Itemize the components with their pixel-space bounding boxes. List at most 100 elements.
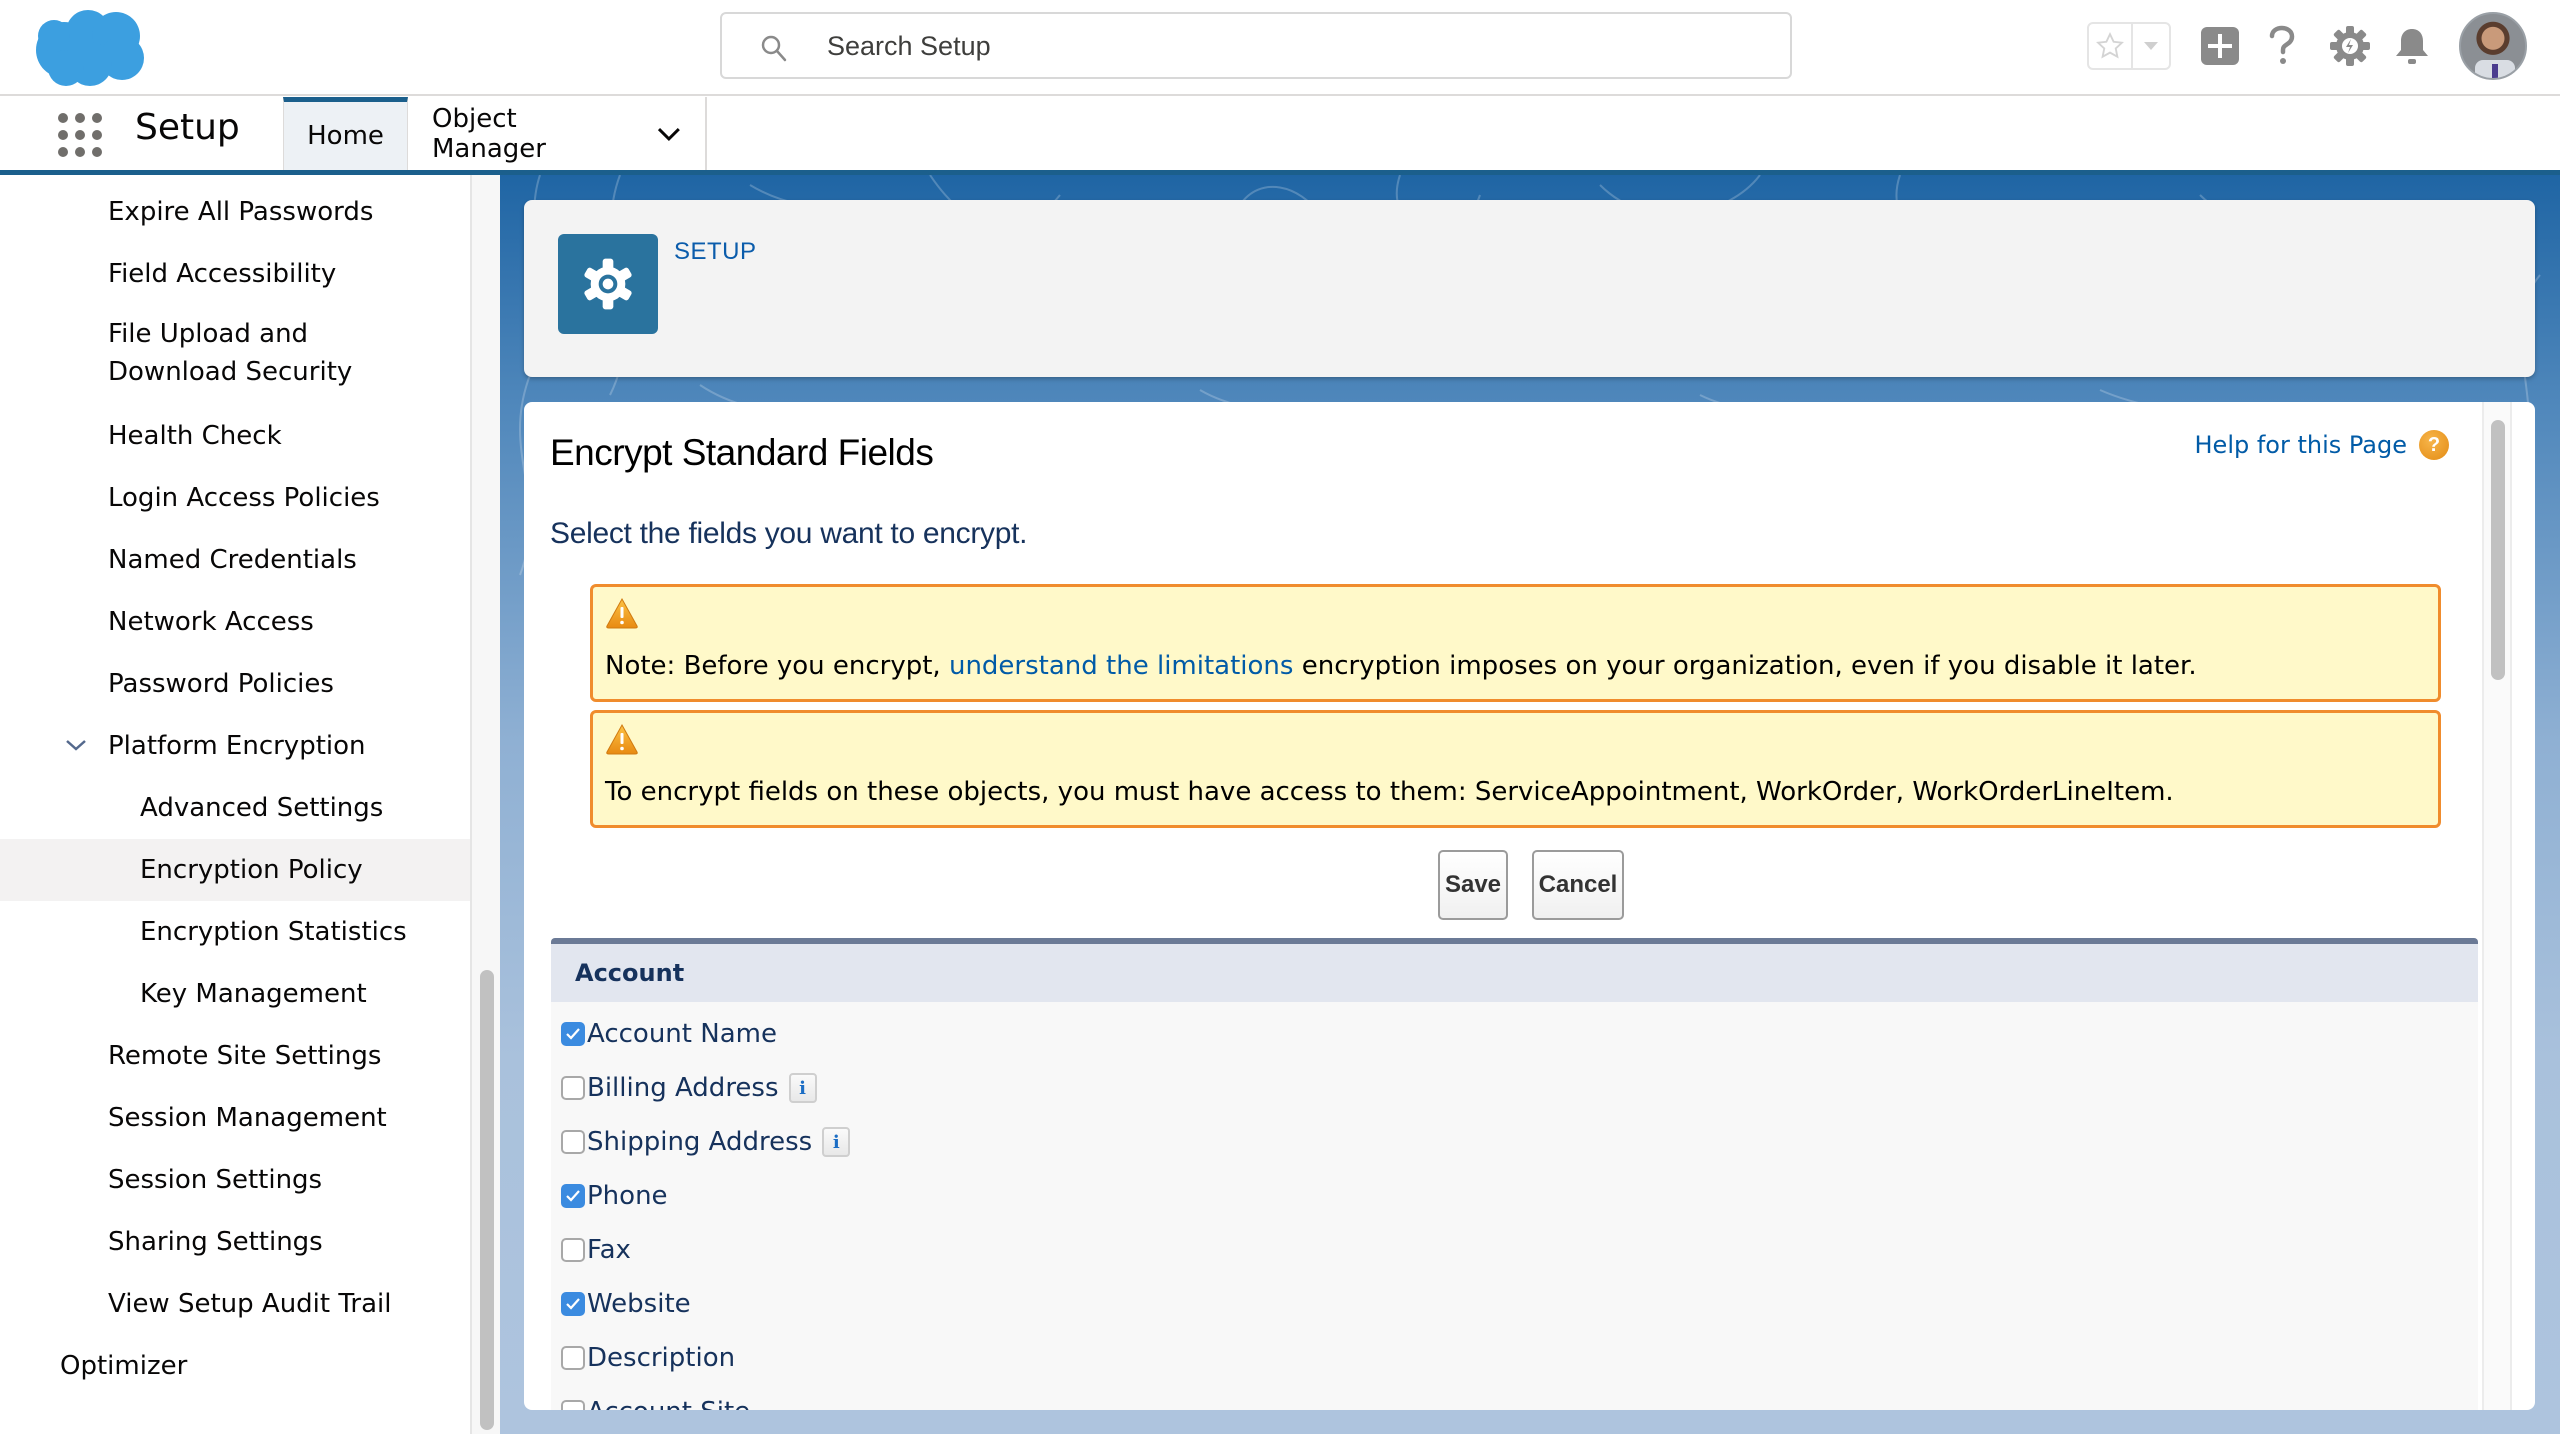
field-label: Billing Address: [587, 1073, 779, 1103]
checkbox-unchecked[interactable]: [561, 1238, 585, 1262]
setup-gear-icon: [2330, 26, 2370, 66]
sidebar-item-encryption-statistics[interactable]: Encryption Statistics: [0, 901, 470, 963]
favorites-group: [2087, 22, 2171, 70]
understand-limitations-link[interactable]: understand the limitations: [949, 651, 1293, 681]
info-icon[interactable]: i: [788, 1073, 817, 1103]
field-label: Account Name: [587, 1019, 777, 1049]
checkmark-icon: [566, 1028, 580, 1040]
page-title: Encrypt Standard Fields: [550, 432, 934, 473]
sidebar-item-optimizer[interactable]: Optimizer: [0, 1335, 470, 1397]
sidebar-item-platform-encryption[interactable]: Platform Encryption: [0, 715, 470, 777]
field-label: Account Site: [587, 1397, 750, 1410]
checkbox-unchecked[interactable]: [561, 1346, 585, 1370]
warning-icon: [606, 597, 638, 629]
avatar-tie: [2492, 64, 2498, 78]
sidebar-item-login-access-policies[interactable]: Login Access Policies: [0, 467, 470, 529]
search-input[interactable]: [827, 24, 1727, 68]
field-row[interactable]: Account Site: [561, 1392, 750, 1410]
account-section: Account Account Name Billing Address i Ship…: [551, 938, 2478, 1410]
field-row[interactable]: Fax: [561, 1230, 631, 1270]
sidebar-item-advanced-settings[interactable]: Advanced Settings: [0, 777, 470, 839]
sidebar-item-encryption-policy[interactable]: Encryption Policy: [0, 839, 470, 901]
field-row[interactable]: Website: [561, 1284, 691, 1324]
checkbox-unchecked[interactable]: [561, 1400, 585, 1410]
global-actions-button[interactable]: [2198, 22, 2242, 70]
setup-button[interactable]: [2328, 22, 2372, 70]
help-for-this-page-link[interactable]: Help for this Page ?: [2194, 430, 2449, 460]
tab-object-manager-label: Object Manager: [432, 103, 546, 164]
caret-down-icon: [2144, 42, 2158, 50]
section-header-account: Account: [551, 944, 2478, 1002]
notifications-button[interactable]: [2390, 22, 2434, 70]
star-icon: [2096, 31, 2124, 59]
user-avatar[interactable]: [2459, 12, 2527, 80]
field-label: Description: [587, 1343, 736, 1373]
sidebar-item-key-management[interactable]: Key Management: [0, 963, 470, 1025]
content-scrollbar[interactable]: [2482, 402, 2512, 1410]
tab-object-manager[interactable]: Object Manager: [408, 97, 707, 170]
add-icon: [2201, 27, 2239, 65]
setup-app-icon: [558, 234, 658, 334]
info-icon[interactable]: i: [822, 1127, 851, 1157]
context-nav-bar: Setup Home Object Manager: [0, 97, 2560, 175]
checkbox-unchecked[interactable]: [561, 1130, 585, 1154]
search-icon: [761, 35, 787, 62]
warning-text: Note: Before you encrypt, understand the…: [605, 651, 2197, 681]
global-header: [0, 0, 2560, 96]
page-subtitle: Select the fields you want to encrypt.: [550, 517, 1028, 550]
content-scrollbar-thumb[interactable]: [2491, 420, 2505, 680]
save-button[interactable]: Save: [1438, 850, 1508, 920]
warning-icon: [606, 723, 638, 755]
question-icon: [2269, 25, 2295, 64]
favorites-button[interactable]: [2089, 24, 2133, 68]
field-row[interactable]: Phone: [561, 1176, 668, 1216]
search-setup-box[interactable]: [720, 12, 1792, 79]
sidebar-item-remote-site-settings[interactable]: Remote Site Settings: [0, 1025, 470, 1087]
field-label: Website: [587, 1289, 691, 1319]
chevron-down-icon[interactable]: [64, 737, 88, 753]
field-row[interactable]: Shipping Address i: [561, 1122, 851, 1162]
sidebar-item-field-accessibility[interactable]: Field Accessibility: [0, 243, 470, 305]
warning-message-object-access: To encrypt fields on these objects, you …: [590, 710, 2441, 828]
sidebar-scrollbar[interactable]: [470, 175, 500, 1434]
checkbox-checked[interactable]: [561, 1292, 585, 1316]
setup-header-card: SETUP: [524, 200, 2535, 377]
sidebar-item-network-access[interactable]: Network Access: [0, 591, 470, 653]
sidebar-item-named-credentials[interactable]: Named Credentials: [0, 529, 470, 591]
field-row[interactable]: Account Name: [561, 1014, 777, 1054]
setup-breadcrumb[interactable]: SETUP: [674, 238, 757, 266]
field-label: Phone: [587, 1181, 668, 1211]
checkbox-unchecked[interactable]: [561, 1076, 585, 1100]
chevron-down-icon[interactable]: [657, 126, 681, 142]
sidebar-scrollbar-thumb[interactable]: [480, 970, 494, 1430]
warning-text: To encrypt fields on these objects, you …: [605, 777, 2174, 807]
sidebar-item-expire-all-passwords[interactable]: Expire All Passwords: [0, 181, 470, 243]
field-row[interactable]: Billing Address i: [561, 1068, 817, 1108]
checkbox-checked[interactable]: [561, 1022, 585, 1046]
sidebar-item-session-management[interactable]: Session Management: [0, 1087, 470, 1149]
checkbox-checked[interactable]: [561, 1184, 585, 1208]
sidebar-item-file-upload-download-security[interactable]: File Upload and Download Security: [0, 305, 470, 405]
content-card: Encrypt Standard Fields Help for this Pa…: [524, 402, 2535, 1410]
tab-home-label: Home: [307, 121, 384, 151]
setup-sidebar: Expire All Passwords Field Accessibility…: [0, 175, 470, 1434]
salesforce-logo[interactable]: [30, 6, 148, 88]
favorites-dropdown-button[interactable]: [2133, 24, 2169, 68]
app-launcher-icon[interactable]: [58, 113, 102, 157]
sidebar-item-session-settings[interactable]: Session Settings: [0, 1149, 470, 1211]
help-button[interactable]: [2260, 22, 2304, 70]
cancel-button[interactable]: Cancel: [1532, 850, 1624, 920]
sidebar-item-password-policies[interactable]: Password Policies: [0, 653, 470, 715]
field-label: Fax: [587, 1235, 631, 1265]
sidebar-item-health-check[interactable]: Health Check: [0, 405, 470, 467]
sidebar-item-view-setup-audit-trail[interactable]: View Setup Audit Trail: [0, 1273, 470, 1335]
checkmark-icon: [566, 1190, 580, 1202]
sidebar-item-sharing-settings[interactable]: Sharing Settings: [0, 1211, 470, 1273]
help-link-label: Help for this Page: [2194, 431, 2408, 459]
button-row: Save Cancel: [524, 850, 2224, 922]
app-name: Setup: [135, 107, 240, 148]
field-row[interactable]: Description: [561, 1338, 735, 1378]
gear-icon: [584, 258, 632, 310]
warning-message-limitations: Note: Before you encrypt, understand the…: [590, 584, 2441, 702]
tab-home[interactable]: Home: [283, 97, 408, 170]
